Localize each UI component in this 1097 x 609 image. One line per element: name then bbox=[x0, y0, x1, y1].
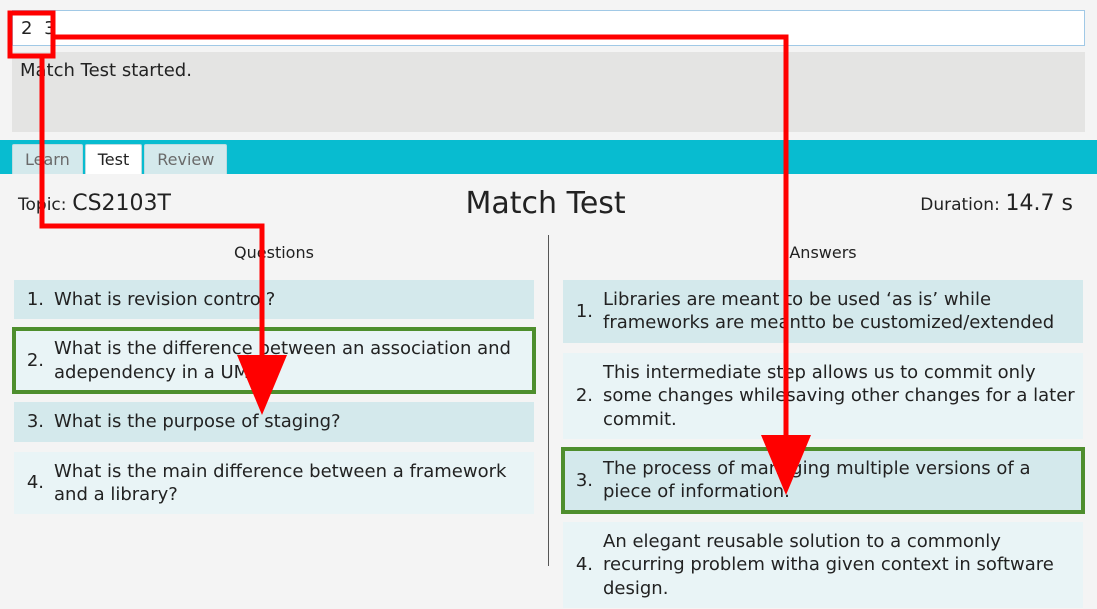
item-text: Libraries are meant to be used ‘as is’ w… bbox=[603, 288, 1075, 335]
duration-value: 14.7 s bbox=[1006, 191, 1073, 216]
question-item[interactable]: 2. What is the difference between an ass… bbox=[14, 329, 534, 392]
tab-strip: Learn Test Review bbox=[0, 140, 1097, 174]
tab-test[interactable]: Test bbox=[85, 144, 143, 174]
question-item[interactable]: 4. What is the main difference between a… bbox=[14, 452, 534, 515]
item-number: 2. bbox=[22, 350, 44, 371]
item-number: 3. bbox=[22, 411, 44, 432]
tab-label: Test bbox=[98, 150, 130, 169]
item-text: What is the main difference between a fr… bbox=[54, 460, 526, 507]
columns: Questions 1. What is revision control? 2… bbox=[0, 229, 1097, 566]
answers-header: Answers bbox=[549, 235, 1097, 280]
item-number: 1. bbox=[571, 301, 593, 322]
topic-value: CS2103T bbox=[72, 191, 171, 216]
status-text: Match Test started. bbox=[20, 60, 192, 81]
question-item[interactable]: 3. What is the purpose of staging? bbox=[14, 402, 534, 441]
questions-header: Questions bbox=[0, 235, 548, 280]
item-text: What is the difference between an associ… bbox=[54, 337, 526, 384]
tab-learn[interactable]: Learn bbox=[12, 144, 83, 174]
duration: Duration: 14.7 s bbox=[920, 191, 1073, 216]
page-title: Match Test bbox=[171, 186, 920, 221]
item-text: The process of managing multiple version… bbox=[603, 457, 1075, 504]
answer-item[interactable]: 2. This intermediate step allows us to c… bbox=[563, 353, 1083, 439]
command-input[interactable]: 2 3 bbox=[12, 10, 1085, 46]
item-number: 4. bbox=[571, 554, 593, 575]
item-number: 1. bbox=[22, 289, 44, 310]
item-number: 4. bbox=[22, 472, 44, 493]
tab-label: Review bbox=[157, 150, 214, 169]
item-number: 2. bbox=[571, 385, 593, 406]
duration-label: Duration: bbox=[920, 195, 1000, 215]
answer-item[interactable]: 1. Libraries are meant to be used ‘as is… bbox=[563, 280, 1083, 343]
questions-list: 1. What is revision control? 2. What is … bbox=[0, 280, 548, 514]
answer-item[interactable]: 3. The process of managing multiple vers… bbox=[563, 449, 1083, 512]
answers-list: 1. Libraries are meant to be used ‘as is… bbox=[549, 280, 1097, 608]
item-text: An elegant reusable solution to a common… bbox=[603, 530, 1075, 600]
topic: Topic: CS2103T bbox=[18, 191, 171, 216]
tab-review[interactable]: Review bbox=[144, 144, 227, 174]
header-row: Topic: CS2103T Match Test Duration: 14.7… bbox=[0, 174, 1097, 229]
item-number: 3. bbox=[571, 470, 593, 491]
question-item[interactable]: 1. What is revision control? bbox=[14, 280, 534, 319]
item-text: What is the purpose of staging? bbox=[54, 410, 526, 433]
status-bar: Match Test started. bbox=[12, 52, 1085, 132]
answer-item[interactable]: 4. An elegant reusable solution to a com… bbox=[563, 522, 1083, 608]
command-input-value: 2 3 bbox=[21, 18, 59, 39]
item-text: What is revision control? bbox=[54, 288, 526, 311]
tab-label: Learn bbox=[25, 150, 70, 169]
item-text: This intermediate step allows us to comm… bbox=[603, 361, 1075, 431]
topic-label: Topic: bbox=[18, 195, 67, 215]
questions-column: Questions 1. What is revision control? 2… bbox=[0, 235, 549, 566]
answers-column: Answers 1. Libraries are meant to be use… bbox=[549, 235, 1097, 566]
